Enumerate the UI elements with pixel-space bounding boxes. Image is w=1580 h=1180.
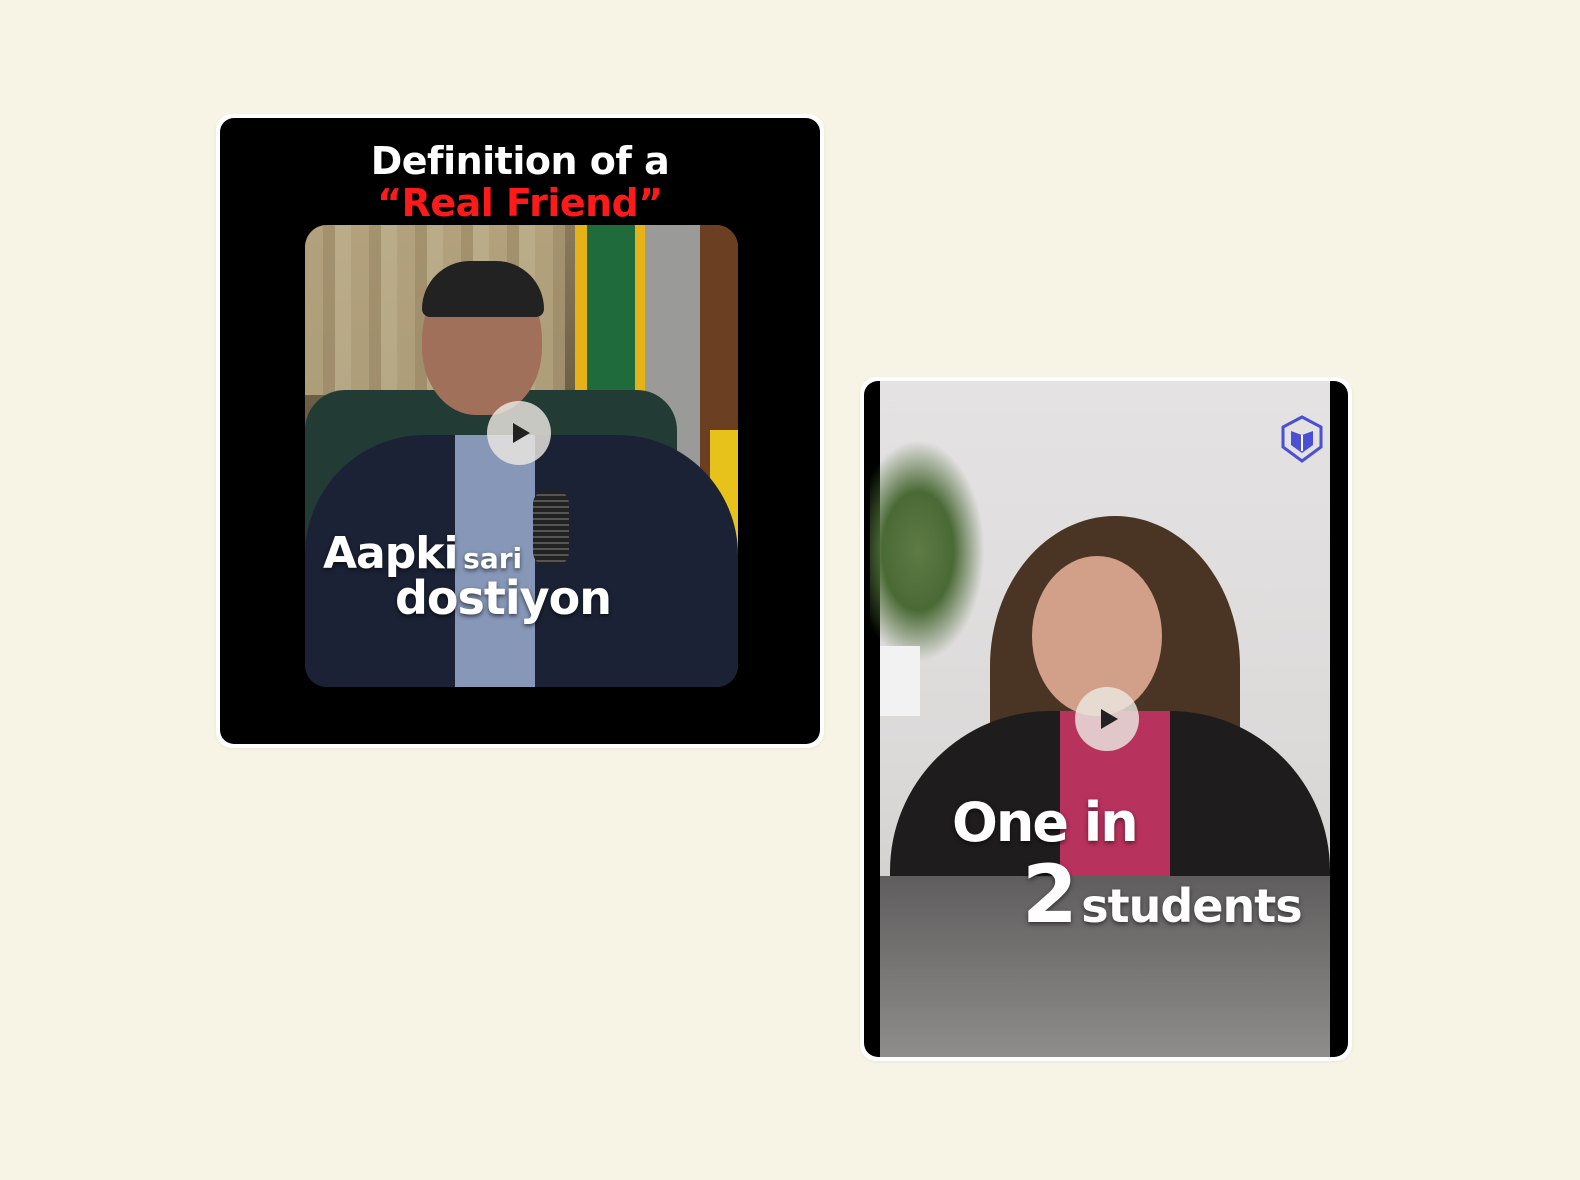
play-button[interactable] <box>487 401 551 465</box>
play-icon <box>1101 709 1118 729</box>
caption-number: 2 <box>1022 848 1078 941</box>
caption-line-1: One in <box>952 791 1139 854</box>
title-line-2-highlight: “Real Friend” <box>377 181 663 225</box>
video-thumbnail[interactable]: One in 2 students <box>864 381 1348 1057</box>
video-caption: One in 2 students <box>952 791 1303 941</box>
video-card-students[interactable]: One in 2 students <box>860 377 1352 1061</box>
video-card-real-friend[interactable]: Definition of a “Real Friend” Aapki sari… <box>216 114 824 748</box>
play-button[interactable] <box>1075 687 1139 751</box>
plant <box>870 431 990 671</box>
caption-line-2: dostiyon <box>395 571 612 625</box>
video-title: Definition of a “Real Friend” <box>220 140 820 224</box>
video-caption: Aapki sari dostiyon <box>323 528 612 625</box>
title-line-1: Definition of a <box>370 139 670 183</box>
play-icon <box>513 423 530 443</box>
brand-shield-logo-icon <box>1281 415 1323 463</box>
video-thumbnail[interactable]: Definition of a “Real Friend” Aapki sari… <box>220 118 820 744</box>
caption-word: students <box>1081 879 1302 933</box>
